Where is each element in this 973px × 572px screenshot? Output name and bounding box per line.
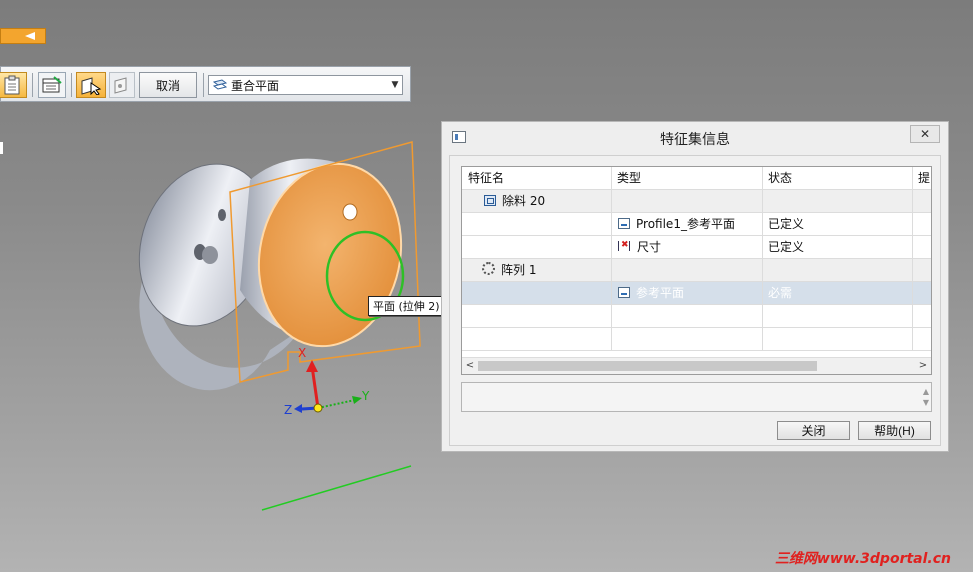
x-axis-label: X <box>298 346 306 360</box>
column-header[interactable]: 类型 <box>612 167 763 189</box>
column-header[interactable]: 特征名 <box>462 167 612 189</box>
sketch-line[interactable] <box>261 465 412 511</box>
feature-extra <box>913 282 931 304</box>
table-row-empty <box>462 328 931 351</box>
feature-extra <box>913 236 931 258</box>
y-axis-label: Y <box>361 389 370 403</box>
dialog-titlebar[interactable]: 特征集信息 ✕ <box>442 122 948 152</box>
column-header[interactable]: 提 <box>913 167 931 189</box>
feature-name: 除料 20 <box>502 194 546 208</box>
close-icon[interactable]: ✕ <box>910 125 940 143</box>
scroll-arrows-icon[interactable]: ▲ ▼ <box>923 386 929 408</box>
help-button[interactable]: 帮助(H) <box>858 421 931 440</box>
feature-status <box>763 190 913 212</box>
column-header[interactable]: 状态 <box>763 167 913 189</box>
feature-type <box>612 259 763 281</box>
horizontal-scrollbar[interactable]: < > <box>462 357 931 374</box>
feature-name <box>462 282 612 304</box>
scroll-thumb[interactable] <box>478 361 817 371</box>
watermark: 三维网www.3dportal.cn <box>774 551 951 567</box>
table-row-empty <box>462 305 931 328</box>
table-row[interactable]: Profile1_参考平面 已定义 <box>462 213 931 236</box>
feature-status: 已定义 <box>763 236 913 258</box>
cutout-icon <box>484 195 496 206</box>
feature-status <box>763 259 913 281</box>
feature-extra <box>913 213 931 235</box>
feature-type: Profile1_参考平面 <box>636 217 735 231</box>
table-row[interactable]: ✖ 尺寸 已定义 <box>462 236 931 259</box>
dialog-title: 特征集信息 <box>660 132 730 148</box>
feature-type: 尺寸 <box>637 240 662 254</box>
feature-extra <box>913 190 931 212</box>
tooltip: 平面 (拉伸 2) <box>368 296 445 316</box>
feature-name <box>462 213 612 235</box>
feature-set-info-dialog: 特征集信息 ✕ 特征名 类型 状态 提 除料 20 Profile1_参考平面 … <box>441 121 949 452</box>
coordinate-triad: X Y Z <box>284 346 370 417</box>
table-row-selected[interactable]: 参考平面 必需 <box>462 282 931 305</box>
profile-icon <box>618 287 630 298</box>
table-row[interactable]: 阵列 1 <box>462 259 931 282</box>
profile-icon <box>618 218 630 229</box>
feature-table[interactable]: 特征名 类型 状态 提 除料 20 Profile1_参考平面 已定义 ✖ 尺寸 <box>461 166 932 375</box>
feature-status: 已定义 <box>763 213 913 235</box>
dimension-icon: ✖ <box>617 240 631 252</box>
feature-type <box>612 190 763 212</box>
table-header: 特征名 类型 状态 提 <box>462 167 931 190</box>
feature-name: 阵列 1 <box>501 263 537 277</box>
feature-type: 参考平面 <box>636 286 685 300</box>
feature-extra <box>913 259 931 281</box>
scroll-left-icon[interactable]: < <box>462 358 478 374</box>
table-row[interactable]: 除料 20 <box>462 190 931 213</box>
pattern-icon <box>482 262 495 275</box>
dialog-body: 特征名 类型 状态 提 除料 20 Profile1_参考平面 已定义 ✖ 尺寸 <box>449 155 941 446</box>
message-box[interactable]: ▲ ▼ <box>461 382 932 412</box>
feature-status: 必需 <box>763 282 913 304</box>
feature-name <box>462 236 612 258</box>
close-button[interactable]: 关闭 <box>777 421 850 440</box>
scroll-right-icon[interactable]: > <box>915 358 931 374</box>
z-axis-label: Z <box>284 403 292 417</box>
